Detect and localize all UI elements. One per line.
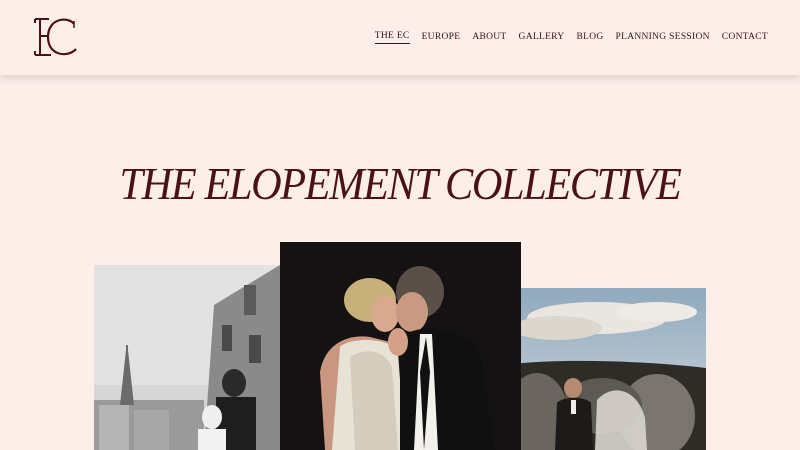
nav-contact[interactable]: CONTACT <box>722 32 768 44</box>
photo-couple-kiss <box>280 242 521 450</box>
nav-gallery[interactable]: GALLERY <box>519 32 565 44</box>
photo-couple-outdoors <box>497 288 706 450</box>
nav-europe[interactable]: EUROPE <box>422 32 461 44</box>
main-nav: THE EC EUROPE ABOUT GALLERY BLOG PLANNIN… <box>374 31 768 44</box>
page-title: THE ELOPEMENT COLLECTIVE <box>119 157 681 209</box>
site-header: THE EC EUROPE ABOUT GALLERY BLOG PLANNIN… <box>0 0 800 75</box>
nav-about[interactable]: ABOUT <box>472 32 506 44</box>
photo-paris-couple <box>94 265 280 450</box>
ec-logo[interactable] <box>32 16 80 58</box>
nav-the-ec[interactable]: THE EC <box>374 31 410 44</box>
nav-planning-session[interactable]: PLANNING SESSION <box>616 32 710 44</box>
nav-blog[interactable]: BLOG <box>576 32 603 44</box>
